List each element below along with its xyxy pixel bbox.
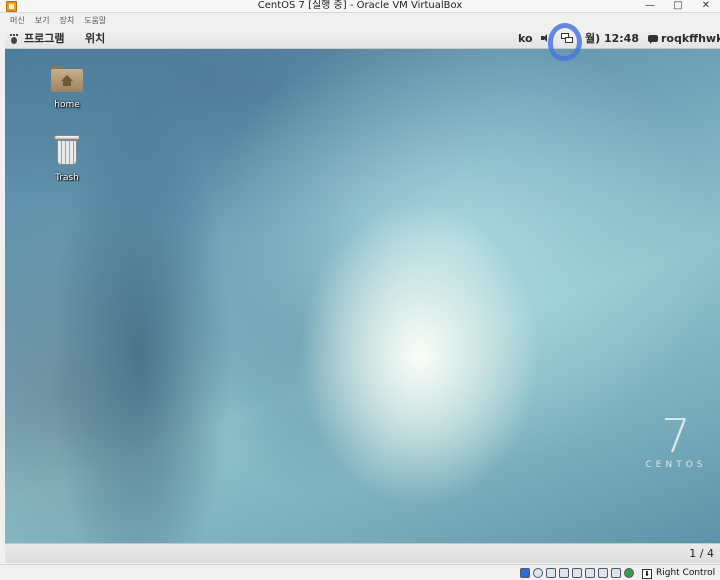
guest-bottom-panel: 1 / 4 — [5, 543, 720, 563]
window-controls: — □ ✕ — [636, 0, 720, 13]
trash-icon — [54, 135, 80, 165]
host-menu-bar: 머신 보기 장치 도움말 — [0, 14, 720, 28]
user-menu[interactable]: roqkffhwk — [661, 32, 720, 46]
menu-help[interactable]: 도움말 — [84, 14, 106, 28]
annotation-circle — [548, 23, 582, 61]
volume-icon[interactable] — [541, 34, 547, 42]
menu-machine[interactable]: 머신 — [10, 14, 25, 28]
mouse-integration-icon[interactable] — [624, 568, 634, 578]
input-method-indicator[interactable]: ko — [518, 32, 533, 46]
gnome-foot-icon — [9, 34, 19, 44]
shared-folder-icon[interactable] — [585, 568, 595, 578]
desktop-icon-label: home — [54, 100, 80, 110]
host-key-label: Right Control — [656, 568, 716, 578]
clock[interactable]: 월) 12:48 — [585, 32, 639, 46]
title-bar: CentOS 7 [실행 중] - Oracle VM VirtualBox —… — [0, 0, 720, 13]
host-key-arrow-icon: ⬇ — [642, 569, 652, 579]
desktop-icon-label: Trash — [55, 173, 79, 183]
window-title: CentOS 7 [실행 중] - Oracle VM VirtualBox — [257, 0, 463, 11]
display-icon[interactable] — [598, 568, 608, 578]
host-status-bar: ⬇ Right Control — [0, 564, 720, 580]
centos-logo: 7 CENTOS — [640, 409, 712, 470]
menu-view[interactable]: 보기 — [35, 14, 50, 28]
close-button[interactable]: ✕ — [692, 0, 720, 13]
places-menu[interactable]: 위치 — [85, 32, 105, 46]
maximize-button[interactable]: □ — [664, 0, 692, 13]
minimize-button[interactable]: — — [636, 0, 664, 13]
optical-drive-icon[interactable] — [533, 568, 543, 578]
workspace-pager[interactable]: 1 / 4 — [689, 546, 714, 562]
guest-desktop[interactable]: home Trash 7 CENTOS — [5, 49, 720, 543]
usb-icon[interactable] — [572, 568, 582, 578]
desktop-icon-home[interactable]: home — [37, 66, 97, 111]
virtualbox-window: CentOS 7 [실행 중] - Oracle VM VirtualBox —… — [0, 0, 720, 580]
logo-digit: 7 — [661, 409, 691, 463]
video-capture-icon[interactable] — [611, 568, 621, 578]
chat-icon — [648, 35, 658, 44]
applications-menu[interactable]: 프로그램 — [9, 32, 64, 46]
home-folder-icon — [51, 66, 83, 92]
logo-word: CENTOS — [645, 460, 707, 470]
network-adapter-icon[interactable] — [559, 568, 569, 578]
device-status-icons — [520, 568, 637, 578]
menu-devices[interactable]: 장치 — [59, 14, 74, 28]
guest-top-panel: 프로그램 위치 ko 월) 12:48 roqkffhwk — [5, 29, 720, 49]
audio-icon[interactable] — [546, 568, 556, 578]
desktop-icon-trash[interactable]: Trash — [37, 135, 97, 184]
applications-label: 프로그램 — [24, 32, 65, 45]
hard-disk-icon[interactable] — [520, 568, 530, 578]
